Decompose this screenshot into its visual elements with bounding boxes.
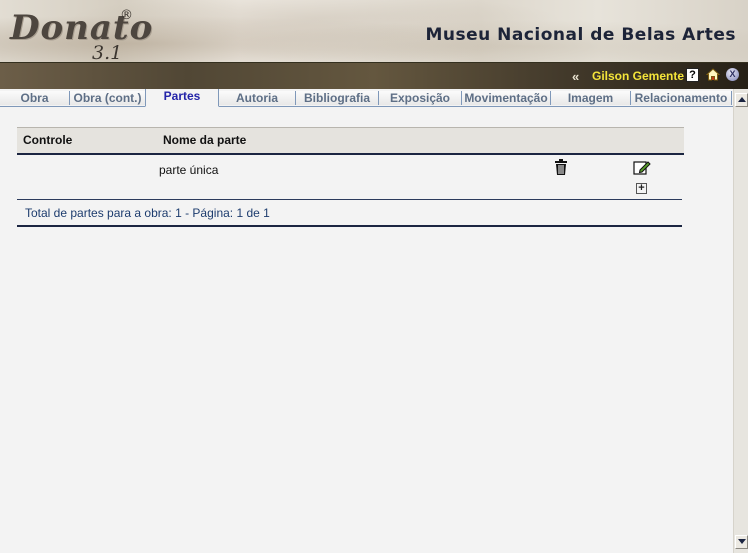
logo-version: 3.1 <box>92 42 123 62</box>
tab-bar: Obra Obra (cont.) Partes Autoria Bibliog… <box>0 89 733 107</box>
tab-imagem[interactable]: Imagem <box>551 91 631 105</box>
parts-table: Controle Nome da parte parte única + Tot… <box>17 127 684 227</box>
vertical-scrollbar[interactable] <box>733 89 748 553</box>
app-header: Donato ® 3.1 Museu Nacional de Belas Art… <box>0 0 748 62</box>
tab-partes[interactable]: Partes <box>145 89 219 107</box>
tab-obra-cont[interactable]: Obra (cont.) <box>70 91 146 105</box>
add-plus-icon[interactable]: + <box>636 183 647 194</box>
column-header-nome-da-parte: Nome da parte <box>163 133 247 147</box>
trash-icon[interactable] <box>554 159 568 175</box>
edit-icon[interactable] <box>633 160 651 176</box>
help-icon[interactable]: ? <box>686 68 699 82</box>
table-row: parte única + <box>17 155 682 200</box>
tab-exposicao[interactable]: Exposição <box>379 91 462 105</box>
tab-relacionamento[interactable]: Relacionamento <box>631 91 732 105</box>
tab-obra[interactable]: Obra <box>0 91 70 105</box>
column-header-controle: Controle <box>23 133 73 147</box>
user-name[interactable]: Gilson Gemente <box>592 69 684 83</box>
user-bar: « Gilson Gemente ? X <box>0 62 748 90</box>
tab-bibliografia[interactable]: Bibliografia <box>296 91 379 105</box>
home-icon[interactable] <box>705 68 721 81</box>
total-parts-text: Total de partes para a obra: 1 - Página:… <box>25 206 270 220</box>
logout-close-icon[interactable]: X <box>726 68 739 81</box>
museum-title: Museu Nacional de Belas Artes <box>425 25 736 45</box>
scroll-down-button[interactable] <box>735 535 748 549</box>
donato-logo: Donato ® 3.1 <box>8 4 152 62</box>
table-header: Controle Nome da parte <box>17 127 684 155</box>
scroll-down-icon <box>738 539 746 544</box>
tab-autoria[interactable]: Autoria <box>219 91 296 105</box>
table-footer: Total de partes para a obra: 1 - Página:… <box>17 200 682 227</box>
tab-movimentacao[interactable]: Movimentação <box>462 91 551 105</box>
scroll-up-icon <box>738 97 746 102</box>
scroll-up-button[interactable] <box>735 93 748 107</box>
logo-registered-mark: ® <box>120 8 133 23</box>
row-nome-da-parte: parte única <box>159 163 219 177</box>
back-link[interactable]: « <box>572 69 579 84</box>
